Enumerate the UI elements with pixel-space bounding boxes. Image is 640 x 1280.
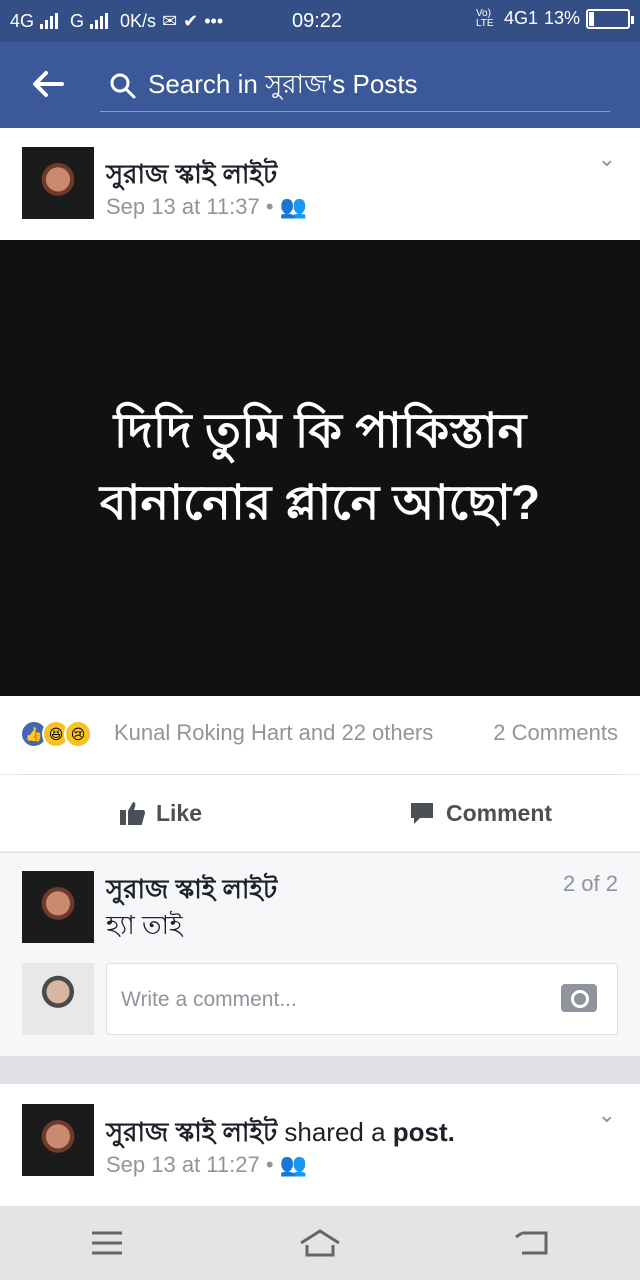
system-nav-bar [0, 1206, 640, 1280]
menu-icon[interactable] [84, 1225, 130, 1261]
signal-bars-2-icon [90, 13, 109, 29]
status-bar: 4G G 0K/s ✉ ✔ ••• 09:22 Vo) LTE 4G1 13% [0, 0, 640, 42]
shared-author[interactable]: সুরাজ স্কাই লাইট [106, 1117, 277, 1147]
comment-label: Comment [445, 799, 553, 826]
shared-verb: shared a [284, 1117, 386, 1147]
shared-post-card: সুরাজ স্কাই লাইট shared a post. Sep 13 a… [0, 1084, 640, 1206]
sad-reaction-icon: 😢 [64, 720, 92, 748]
reactors-text[interactable]: Kunal Roking Hart and 22 others [114, 720, 433, 746]
post-timestamp[interactable]: Sep 13 at 11:37 • 👥 [106, 194, 307, 220]
commenter-avatar[interactable] [22, 871, 94, 943]
status-left: 4G G 0K/s ✉ ✔ ••• [10, 11, 223, 32]
thumbs-up-icon [119, 802, 145, 825]
battery-fill [589, 11, 595, 26]
author-avatar[interactable] [22, 147, 94, 219]
chevron-down-icon-2[interactable]: ⌄ [598, 1102, 616, 1128]
comment-bubble-icon [410, 803, 433, 824]
comments-count[interactable]: 2 Comments [493, 720, 618, 746]
signal-label-1: 4G [10, 10, 35, 31]
shared-post-timestamp[interactable]: Sep 13 at 11:27 • 👥 [106, 1152, 307, 1178]
shared-post-header: সুরাজ স্কাই লাইট shared a post. [106, 1112, 455, 1156]
clock: 09:22 [292, 10, 343, 32]
camera-icon[interactable] [561, 984, 597, 1012]
net-speed: 0K/s [120, 10, 157, 31]
battery-icon [586, 8, 634, 29]
comments-section: সুরাজ স্কাই লাইট 2 of 2 হ্যা তাই Write a… [0, 852, 640, 1056]
status-right: Vo) LTE 4G1 13% [475, 7, 634, 29]
search-bar[interactable]: Search in সুরাজ's Posts [100, 60, 610, 112]
back-nav-icon[interactable] [510, 1225, 556, 1261]
friends-audience-icon: 👥 [279, 194, 308, 219]
post-author[interactable]: সুরাজ স্কাই লাইট [106, 154, 277, 198]
chevron-down-icon[interactable]: ⌄ [598, 146, 616, 172]
network-label: 4G1 [503, 8, 538, 28]
post-card: সুরাজ স্কাই লাইট Sep 13 at 11:37 • 👥 ⌄ [0, 128, 640, 240]
post-photo[interactable]: দিদি তুমি কি পাকিস্তান বানানোর প্লানে আছ… [0, 240, 640, 696]
comment-pager: 2 of 2 [562, 871, 618, 896]
back-arrow-icon[interactable] [28, 64, 68, 104]
search-input[interactable]: Search in সুরাজ's Posts [148, 64, 418, 108]
check-icon: ✔ [183, 10, 199, 31]
shared-post-link[interactable]: post. [393, 1117, 455, 1147]
comment-placeholder: Write a comment... [121, 988, 297, 1011]
like-label: Like [155, 799, 203, 826]
message-icon: ✉ [162, 10, 178, 31]
app-bar: Search in সুরাজ's Posts [0, 42, 640, 128]
more-dots-icon: ••• [204, 10, 224, 31]
lte-label: Vo) LTE [475, 7, 494, 29]
comment-button[interactable]: Comment [320, 775, 640, 851]
shared-time-text: Sep 13 at 11:27 • [106, 1152, 274, 1177]
post-actions: Like Comment [0, 775, 640, 851]
photo-caption: দিদি তুমি কি পাকিস্তান বানানোর প্লানে আছ… [99, 405, 541, 530]
signal-bars-icon [40, 13, 59, 29]
post-time-text: Sep 13 at 11:37 • [106, 194, 274, 219]
comment-text: হ্যা তাই [106, 910, 183, 940]
search-icon [110, 73, 136, 98]
reaction-icons: 👍 😆 😢 [20, 720, 92, 748]
like-button[interactable]: Like [0, 775, 320, 851]
home-icon[interactable] [297, 1225, 343, 1261]
signal-label-2: G [70, 10, 85, 31]
shared-author-avatar[interactable] [22, 1104, 94, 1176]
reactions-bar[interactable]: 👍 😆 😢 Kunal Roking Hart and 22 others 2 … [0, 696, 640, 774]
comment-input[interactable]: Write a comment... [106, 963, 618, 1035]
my-avatar [22, 963, 94, 1035]
friends-audience-icon-2: 👥 [279, 1152, 308, 1177]
feed-gap [0, 1056, 640, 1084]
battery-percent: 13% [543, 8, 580, 28]
